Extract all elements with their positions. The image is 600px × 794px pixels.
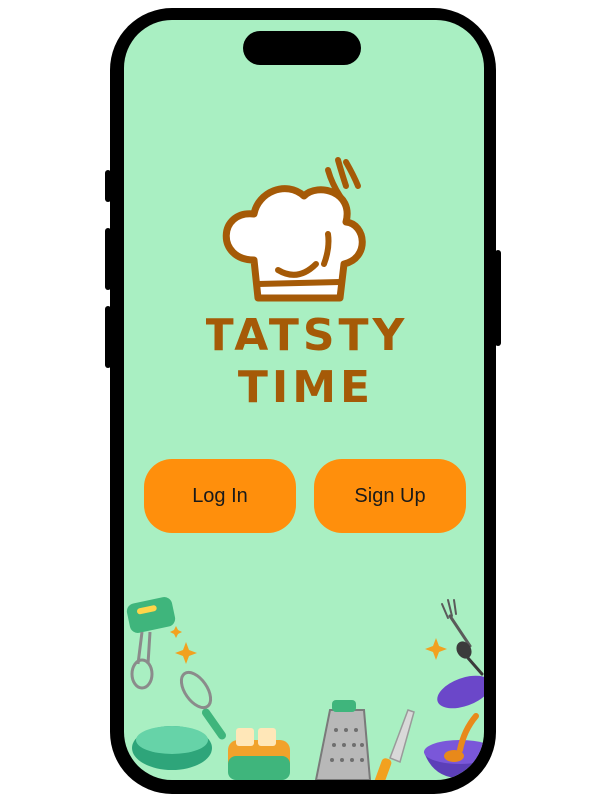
logo-line1: TATSTY <box>206 310 406 361</box>
sparkle-icon <box>425 638 447 660</box>
kitchen-decoration <box>124 580 484 780</box>
bowl-icon <box>132 726 212 770</box>
chef-hat-icon: TATSTY TIME <box>204 157 406 413</box>
login-button-label: Log In <box>192 484 248 507</box>
pot-icon <box>424 675 484 779</box>
fork-icon <box>441 599 472 648</box>
grater-icon <box>314 700 372 780</box>
hand-mixer-icon <box>126 597 176 690</box>
app-logo: TATSTY TIME <box>204 152 406 413</box>
spoon-icon <box>456 641 484 676</box>
toaster-icon <box>228 728 290 780</box>
sparkle-icon <box>170 626 197 664</box>
knife-icon <box>374 709 415 780</box>
app-screen: TATSTY TIME Log In Sign Up <box>124 20 484 780</box>
logo-line2: TIME <box>238 362 374 412</box>
login-button[interactable]: Log In <box>144 459 296 533</box>
signup-button[interactable]: Sign Up <box>314 459 466 533</box>
signup-button-label: Sign Up <box>354 484 426 507</box>
dynamic-island <box>243 31 361 65</box>
